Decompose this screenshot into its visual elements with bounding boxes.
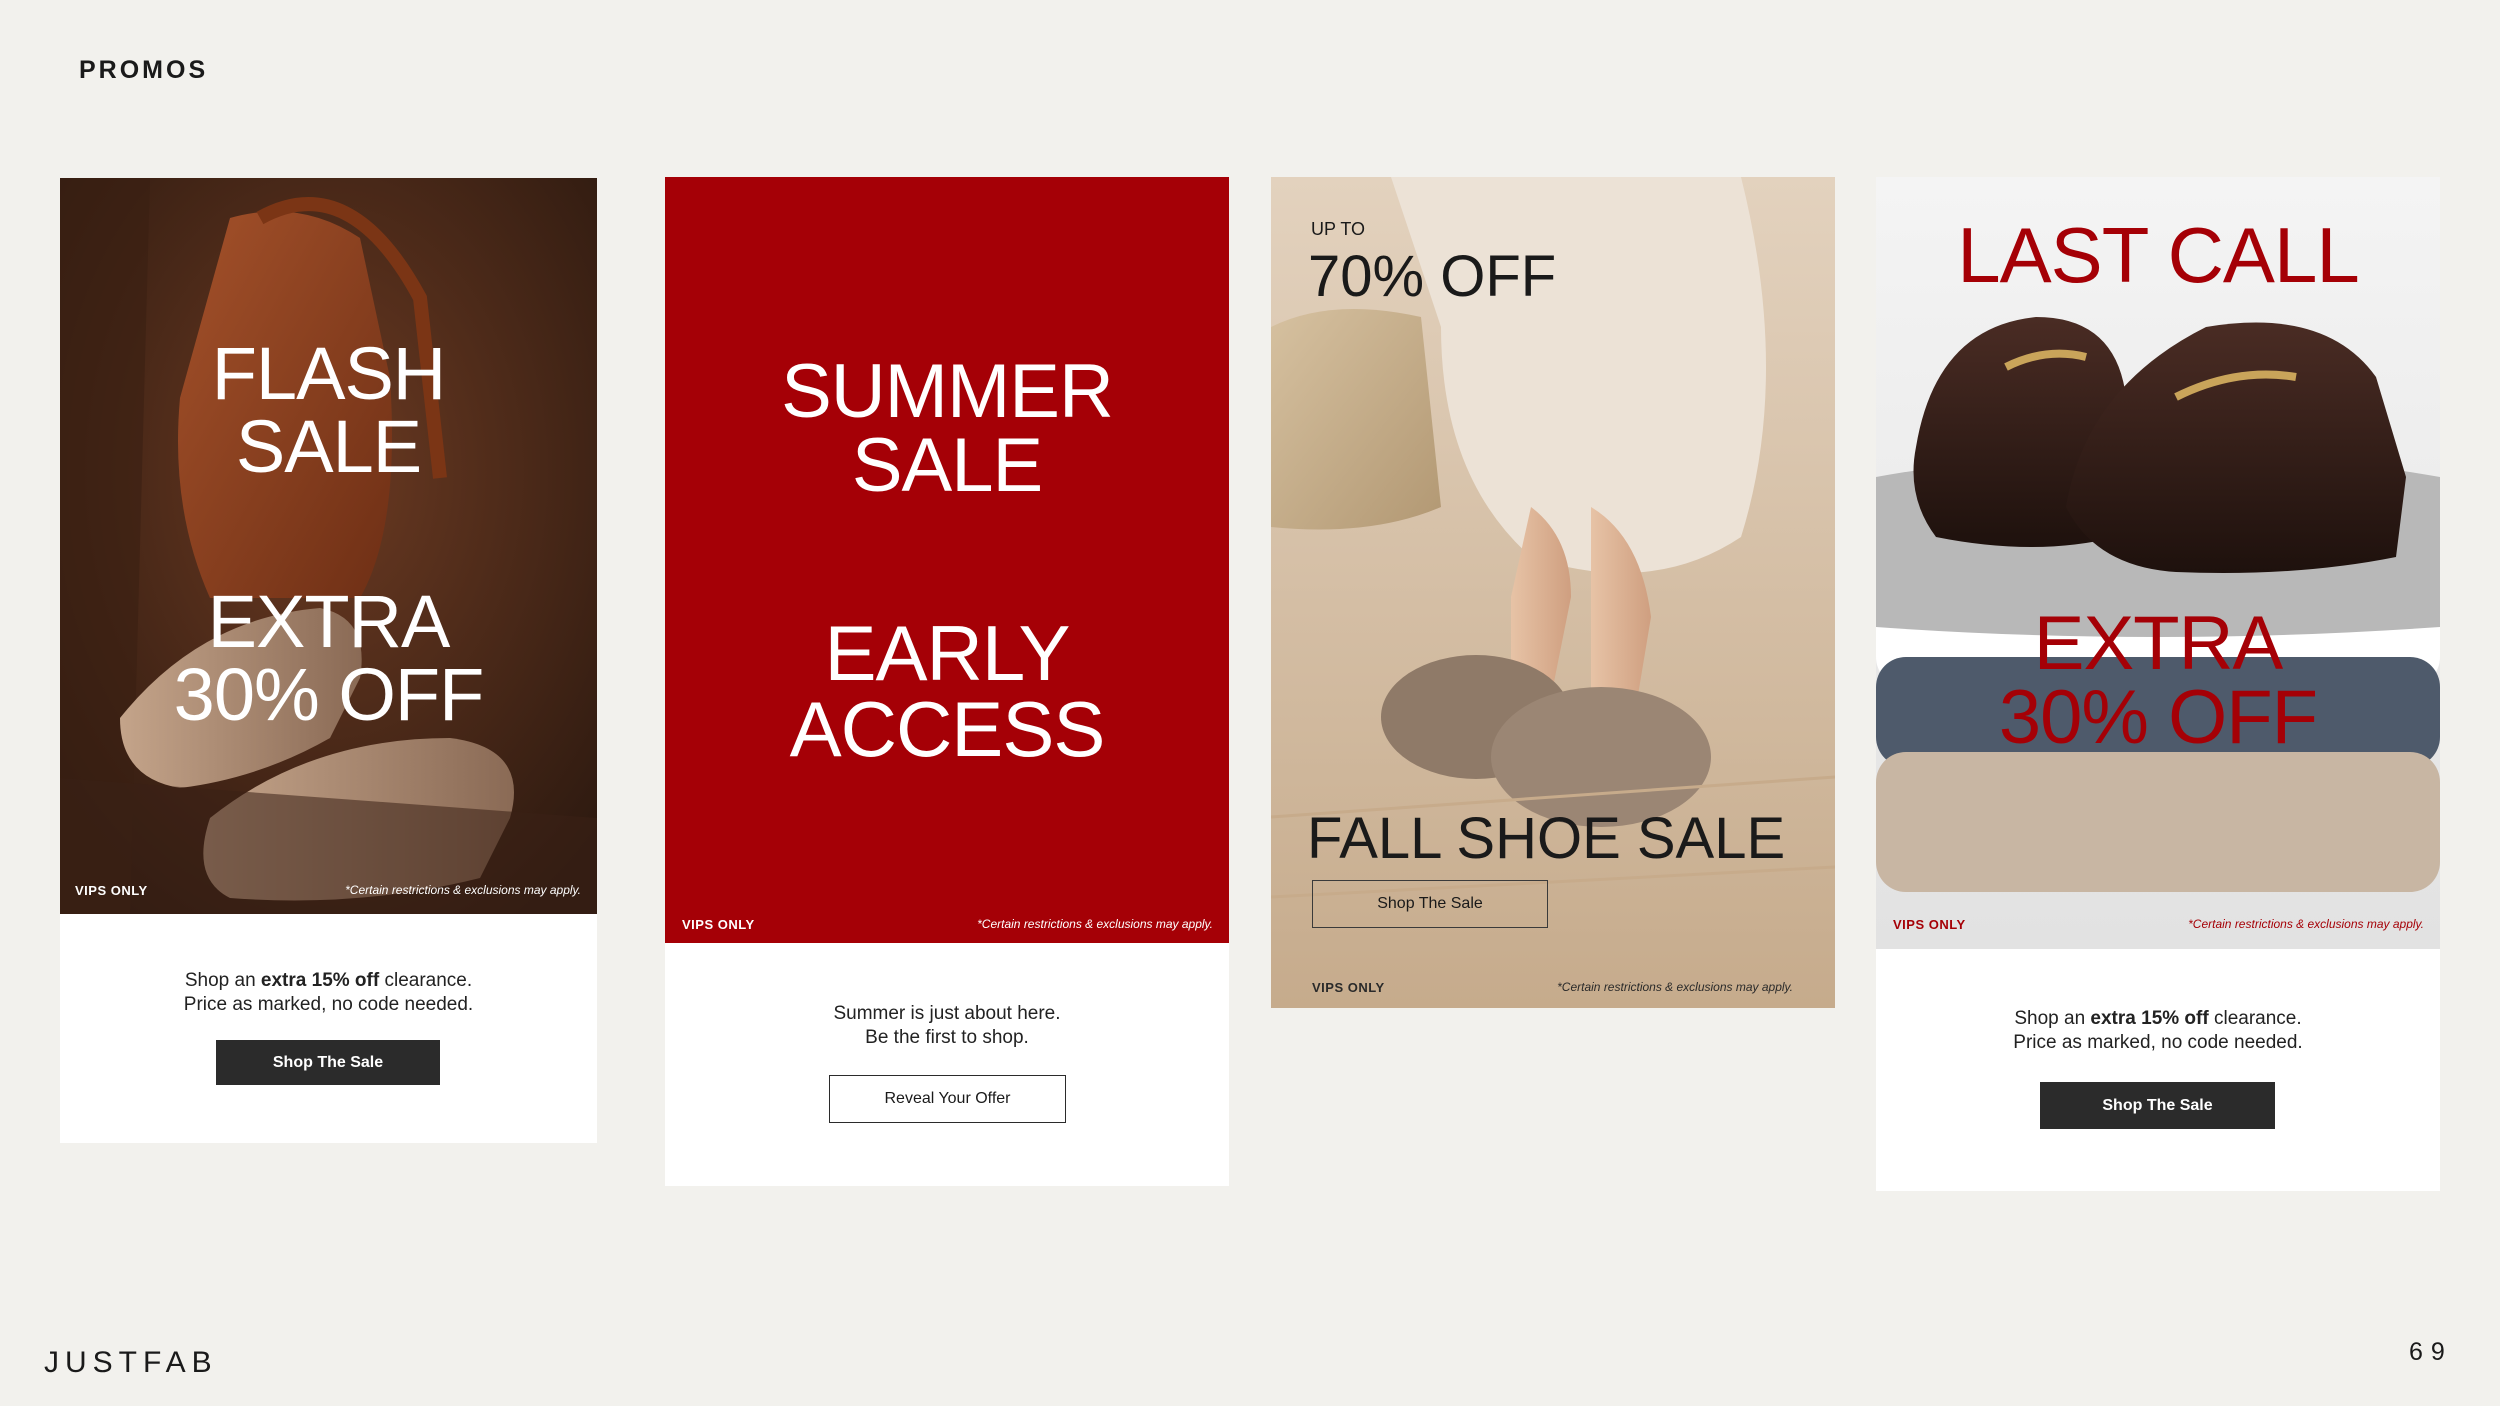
promo-copy: Summer is just about here. Be the first … (833, 1003, 1061, 1048)
promo-card-last-call: LAST CALL EXTRA 30% OFF VIPS ONLY *Certa… (1876, 177, 2440, 1191)
headline-flash-sale: FLASH SALE (211, 332, 447, 488)
disclaimer: *Certain restrictions & exclusions may a… (345, 883, 581, 897)
bag-and-woven-shoes-photo (60, 178, 597, 914)
headline-early-access: EARLY ACCESS (789, 609, 1106, 774)
disclaimer: *Certain restrictions & exclusions may a… (1557, 980, 1793, 994)
vip-label: VIPS ONLY (75, 883, 148, 898)
vip-label: VIPS ONLY (1893, 917, 1966, 932)
section-title: PROMOS (79, 56, 209, 84)
promo-hero-image: LAST CALL EXTRA 30% OFF VIPS ONLY *Certa… (1876, 177, 2440, 949)
promo-card-fall-shoe-sale: UP TO 70% OFF FALL SHOE SALE Shop The Sa… (1271, 177, 1835, 1008)
headline-extra-off: EXTRA 30% OFF (1998, 601, 2318, 761)
shop-the-sale-button[interactable]: Shop The Sale (216, 1040, 440, 1085)
shop-the-sale-button[interactable]: Shop The Sale (1312, 880, 1548, 928)
vip-label: VIPS ONLY (682, 917, 755, 932)
headline-fall-shoe-sale: FALL SHOE SALE (1307, 806, 1786, 871)
shop-the-sale-button[interactable]: Shop The Sale (2040, 1082, 2275, 1129)
page-number: 69 (2409, 1338, 2453, 1366)
promo-hero-red-block: SUMMER SALE EARLY ACCESS VIPS ONLY *Cert… (665, 177, 1229, 943)
promo-hero-image: FLASH SALE EXTRA 30% OFF VIPS ONLY *Cert… (60, 178, 597, 914)
promo-card-summer-sale: SUMMER SALE EARLY ACCESS VIPS ONLY *Cert… (665, 177, 1229, 1186)
kicker: UP TO (1311, 219, 1366, 239)
promo-hero-image: UP TO 70% OFF FALL SHOE SALE Shop The Sa… (1271, 177, 1835, 1008)
promo-card-flash-sale: FLASH SALE EXTRA 30% OFF VIPS ONLY *Cert… (60, 178, 597, 1143)
disclaimer: *Certain restrictions & exclusions may a… (977, 917, 1213, 931)
headline-last-call: LAST CALL (1957, 211, 2359, 299)
headline-extra-off: EXTRA 30% OFF (173, 580, 485, 736)
brand-logo: JUSTFAB (44, 1346, 218, 1379)
promo-copy: Shop an extra 15% off clearance. Price a… (2013, 1008, 2303, 1053)
promo-copy: Shop an extra 15% off clearance. Price a… (183, 970, 474, 1015)
headline-summer-sale: SUMMER SALE (781, 349, 1114, 509)
disclaimer: *Certain restrictions & exclusions may a… (2188, 917, 2424, 931)
vip-label: VIPS ONLY (1312, 980, 1385, 995)
headline-70-off: 70% OFF (1308, 244, 1557, 309)
reveal-your-offer-button[interactable]: Reveal Your Offer (829, 1075, 1066, 1123)
